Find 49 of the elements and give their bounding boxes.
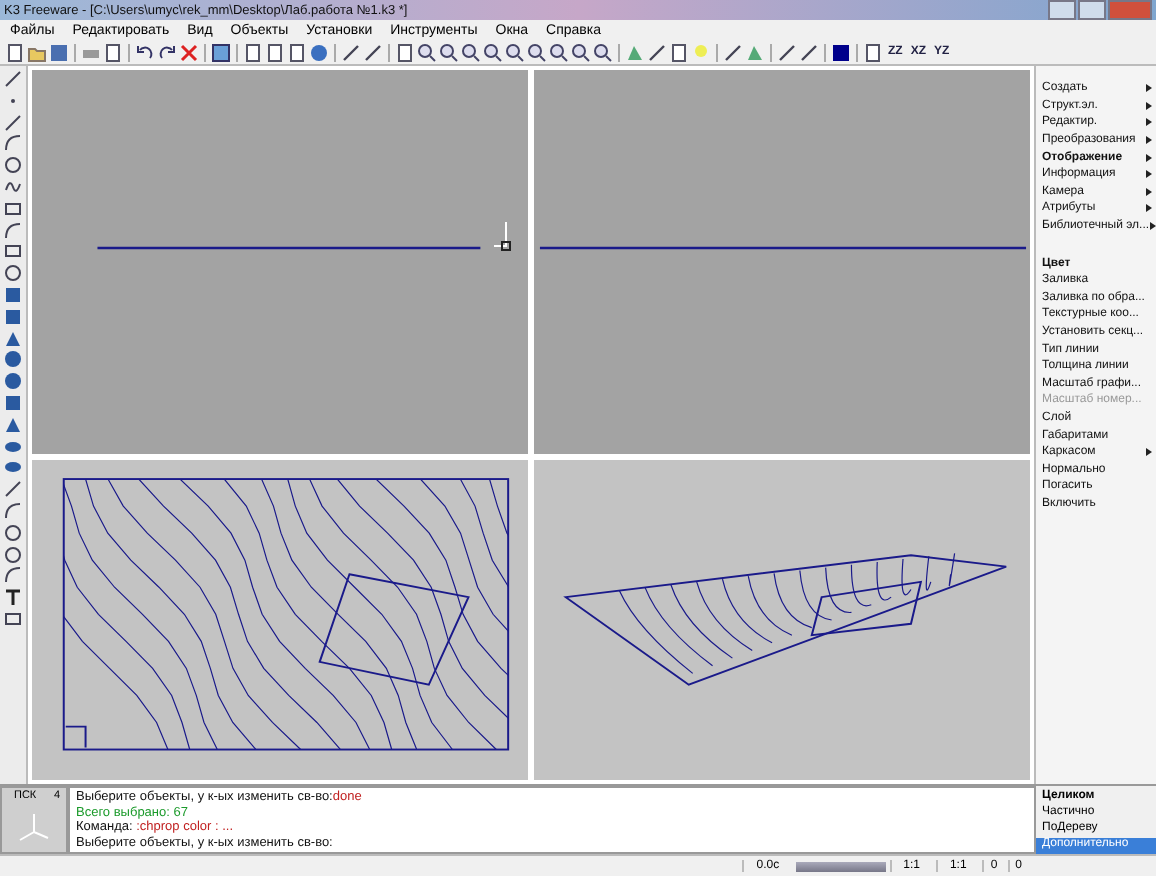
line-icon[interactable]	[648, 43, 666, 61]
cone-icon[interactable]	[4, 329, 22, 348]
zoom-icon[interactable]	[462, 43, 480, 61]
page-icon[interactable]	[6, 43, 24, 61]
line-icon[interactable]	[342, 43, 360, 61]
line-icon[interactable]	[4, 70, 22, 88]
zoom-icon[interactable]	[484, 43, 502, 61]
cone-icon[interactable]	[4, 415, 22, 434]
progress-bar	[795, 861, 886, 871]
line-icon[interactable]	[800, 43, 818, 61]
page-icon[interactable]	[104, 43, 122, 61]
arc-icon[interactable]	[4, 221, 22, 240]
redo-icon[interactable]	[158, 43, 176, 61]
line-icon[interactable]	[4, 480, 22, 499]
circle-icon[interactable]	[4, 523, 22, 542]
zoom-icon[interactable]	[418, 43, 436, 61]
page-icon[interactable]	[864, 43, 882, 61]
rect-icon[interactable]	[4, 199, 22, 218]
zoom-icon[interactable]	[528, 43, 546, 61]
page-icon[interactable]	[670, 43, 688, 61]
minimize-button[interactable]	[1048, 0, 1076, 20]
solid-icon[interactable]	[4, 393, 22, 412]
page-icon[interactable]	[396, 43, 414, 61]
wave-icon[interactable]	[4, 177, 22, 196]
line-icon[interactable]	[724, 43, 742, 61]
circle-icon[interactable]	[4, 545, 22, 564]
maximize-button[interactable]	[1078, 0, 1106, 20]
text-icon[interactable]	[4, 588, 22, 607]
folder-icon[interactable]	[28, 43, 46, 61]
zoom-icon[interactable]	[594, 43, 612, 61]
arc-icon[interactable]	[4, 566, 22, 585]
undo-icon[interactable]	[136, 43, 154, 61]
arc-icon[interactable]	[4, 134, 22, 153]
circle-icon[interactable]	[4, 264, 22, 283]
arc-icon[interactable]	[4, 501, 22, 520]
rect-icon[interactable]	[4, 609, 22, 628]
zoom-icon[interactable]	[550, 43, 568, 61]
line-icon[interactable]	[364, 43, 382, 61]
line-icon[interactable]	[4, 113, 22, 132]
zoom-icon[interactable]	[572, 43, 590, 61]
zoom-icon[interactable]	[506, 43, 524, 61]
zoom-icon[interactable]	[440, 43, 458, 61]
circle-icon[interactable]	[4, 156, 22, 175]
line-icon[interactable]	[778, 43, 796, 61]
color-icon[interactable]	[832, 43, 850, 61]
x-icon[interactable]	[180, 43, 198, 61]
rect-icon[interactable]	[4, 242, 22, 261]
axis-icon	[16, 812, 52, 844]
sphere-icon[interactable]	[310, 43, 328, 61]
